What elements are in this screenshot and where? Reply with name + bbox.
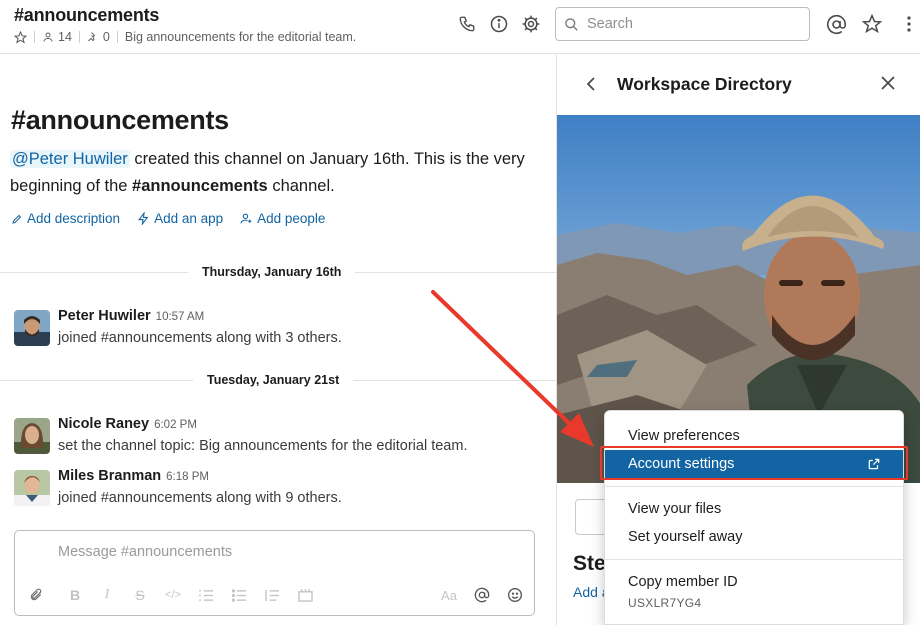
menu-divider xyxy=(605,559,903,560)
add-app-link[interactable]: Add an app xyxy=(137,211,223,226)
pin-icon xyxy=(88,32,96,42)
close-icon[interactable] xyxy=(879,74,897,92)
quote-icon[interactable] xyxy=(262,585,282,605)
external-link-icon xyxy=(867,457,881,471)
person-icon xyxy=(43,32,53,42)
menu-item-view-files[interactable]: View your files xyxy=(605,495,903,523)
message-time[interactable]: 6:18 PM xyxy=(166,471,209,483)
star-icon[interactable] xyxy=(14,30,27,44)
gear-icon[interactable] xyxy=(520,13,542,35)
menu-item-copy-member-id[interactable]: Copy member ID xyxy=(605,568,903,596)
message-author[interactable]: Miles Branman 6:18 PM xyxy=(58,468,209,484)
message-body: joined #announcements along with 3 other… xyxy=(58,330,342,346)
avatar[interactable] xyxy=(14,418,50,454)
avatar[interactable] xyxy=(14,310,50,346)
paperclip-icon[interactable] xyxy=(26,585,46,605)
lightning-icon xyxy=(138,212,149,225)
message-author[interactable]: Nicole Raney 6:02 PM xyxy=(58,416,197,432)
back-arrow-icon[interactable] xyxy=(583,74,599,94)
emoji-icon[interactable] xyxy=(505,585,525,605)
message-composer: B I S </> Aa xyxy=(14,530,535,616)
code-icon[interactable]: </> xyxy=(163,585,183,605)
ordered-list-icon[interactable] xyxy=(196,585,216,605)
menu-item-view-preferences[interactable]: View preferences xyxy=(605,422,903,450)
menu-item-account-settings[interactable]: Account settings xyxy=(605,450,903,478)
pinned-count[interactable]: 0 xyxy=(87,30,110,44)
intro-actions: Add description Add an app Add people xyxy=(11,211,325,226)
message-body: joined #announcements along with 9 other… xyxy=(58,490,342,506)
channel-name-bold: #announcements xyxy=(132,177,268,195)
search-bar[interactable] xyxy=(555,7,810,41)
member-count[interactable]: 14 xyxy=(42,30,72,44)
font-size-icon[interactable]: Aa xyxy=(439,585,459,605)
channel-topic[interactable]: Big announcements for the editorial team… xyxy=(125,30,356,44)
bullet-list-icon[interactable] xyxy=(229,585,249,605)
intro-title: #announcements xyxy=(11,105,229,135)
message-input[interactable] xyxy=(58,544,518,560)
add-description-link[interactable]: Add description xyxy=(11,211,120,226)
search-input[interactable] xyxy=(587,16,787,32)
menu-item-set-away[interactable]: Set yourself away xyxy=(605,523,903,551)
day-label-2[interactable]: Tuesday, January 21st xyxy=(193,373,354,387)
avatar[interactable] xyxy=(14,470,50,506)
channel-pane: #announcements @Peter Huwiler created th… xyxy=(0,54,556,625)
add-people-link[interactable]: Add people xyxy=(240,211,325,226)
at-mention-icon[interactable] xyxy=(472,585,492,605)
code-block-icon[interactable] xyxy=(295,585,315,605)
panel-title: Workspace Directory xyxy=(617,74,792,94)
message-time[interactable]: 6:02 PM xyxy=(154,419,197,431)
more-icon[interactable] xyxy=(896,13,918,35)
day-label-1[interactable]: Thursday, January 16th xyxy=(188,265,356,279)
panel-header: Workspace Directory xyxy=(557,54,920,114)
star-icon[interactable] xyxy=(861,13,883,35)
add-person-icon xyxy=(240,213,252,224)
profile-more-menu: View preferences Account settings View y… xyxy=(604,410,904,625)
phone-icon[interactable] xyxy=(456,13,478,35)
channel-meta: 14 0 Big announcements for the editorial… xyxy=(14,29,356,45)
intro-text: @Peter Huwiler created this channel on J… xyxy=(10,150,525,195)
profile-name: Ste xyxy=(573,552,606,575)
at-mention-icon[interactable] xyxy=(825,13,847,35)
info-icon[interactable] xyxy=(488,13,510,35)
strikethrough-icon[interactable]: S xyxy=(130,585,150,605)
italic-icon[interactable]: I xyxy=(97,585,117,605)
member-id: USXLR7YG4 xyxy=(628,596,702,610)
creator-mention[interactable]: @Peter Huwiler xyxy=(10,150,130,168)
search-icon xyxy=(565,17,578,31)
bold-icon[interactable]: B xyxy=(65,585,85,605)
menu-divider xyxy=(605,486,903,487)
message-author[interactable]: Peter Huwiler 10:57 AM xyxy=(58,308,204,324)
channel-title[interactable]: #announcements xyxy=(14,5,159,26)
message-time[interactable]: 10:57 AM xyxy=(156,311,205,323)
channel-header: #announcements 14 0 Big announcements fo… xyxy=(0,0,920,54)
pencil-icon xyxy=(12,214,22,224)
message-body: set the channel topic: Big announcements… xyxy=(58,438,468,454)
